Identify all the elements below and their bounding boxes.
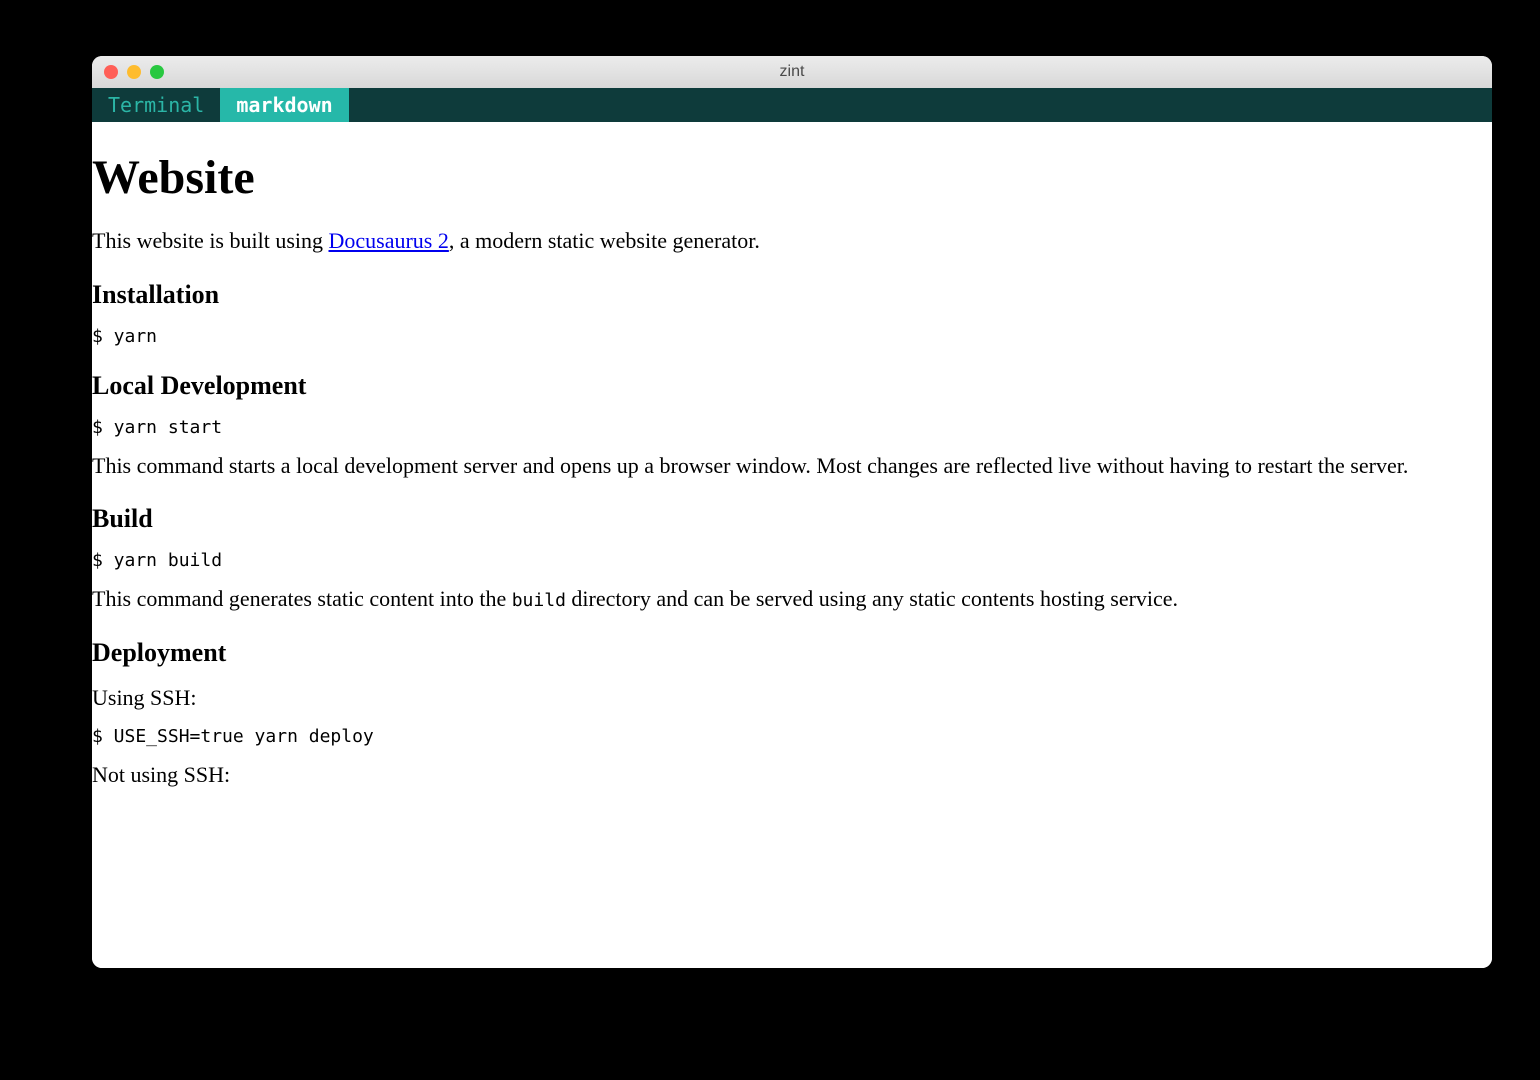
code-local-development: $ yarn start — [92, 417, 1484, 438]
window-controls — [104, 65, 164, 79]
intro-text-post: , a modern static website generator. — [449, 228, 760, 253]
label-using-ssh: Using SSH: — [92, 684, 1484, 713]
code-build: $ yarn build — [92, 550, 1484, 571]
tab-markdown[interactable]: markdown — [220, 88, 348, 122]
app-window: zint Terminal markdown Website This webs… — [92, 56, 1492, 968]
label-not-using-ssh: Not using SSH: — [92, 761, 1484, 790]
markdown-viewport[interactable]: Website This website is built using Docu… — [92, 122, 1492, 968]
desc-build-pre: This command generates static content in… — [92, 586, 512, 611]
desc-local-development: This command starts a local development … — [92, 452, 1484, 481]
tab-terminal[interactable]: Terminal — [92, 88, 220, 122]
titlebar: zint — [92, 56, 1492, 88]
intro-text-pre: This website is built using — [92, 228, 329, 253]
desc-build: This command generates static content in… — [92, 585, 1484, 614]
maximize-icon[interactable] — [150, 65, 164, 79]
heading-local-development: Local Development — [92, 371, 1484, 401]
code-installation: $ yarn — [92, 326, 1484, 347]
page-title: Website — [92, 150, 1484, 205]
desc-build-post: directory and can be served using any st… — [566, 586, 1178, 611]
intro-paragraph: This website is built using Docusaurus 2… — [92, 227, 1484, 256]
minimize-icon[interactable] — [127, 65, 141, 79]
window-title: zint — [780, 63, 805, 81]
heading-installation: Installation — [92, 280, 1484, 310]
heading-build: Build — [92, 504, 1484, 534]
docusaurus-link[interactable]: Docusaurus 2 — [329, 228, 449, 253]
heading-deployment: Deployment — [92, 638, 1484, 668]
close-icon[interactable] — [104, 65, 118, 79]
inline-code-build: build — [512, 590, 566, 611]
tab-bar: Terminal markdown — [92, 88, 1492, 122]
code-deploy-ssh: $ USE_SSH=true yarn deploy — [92, 726, 1484, 747]
